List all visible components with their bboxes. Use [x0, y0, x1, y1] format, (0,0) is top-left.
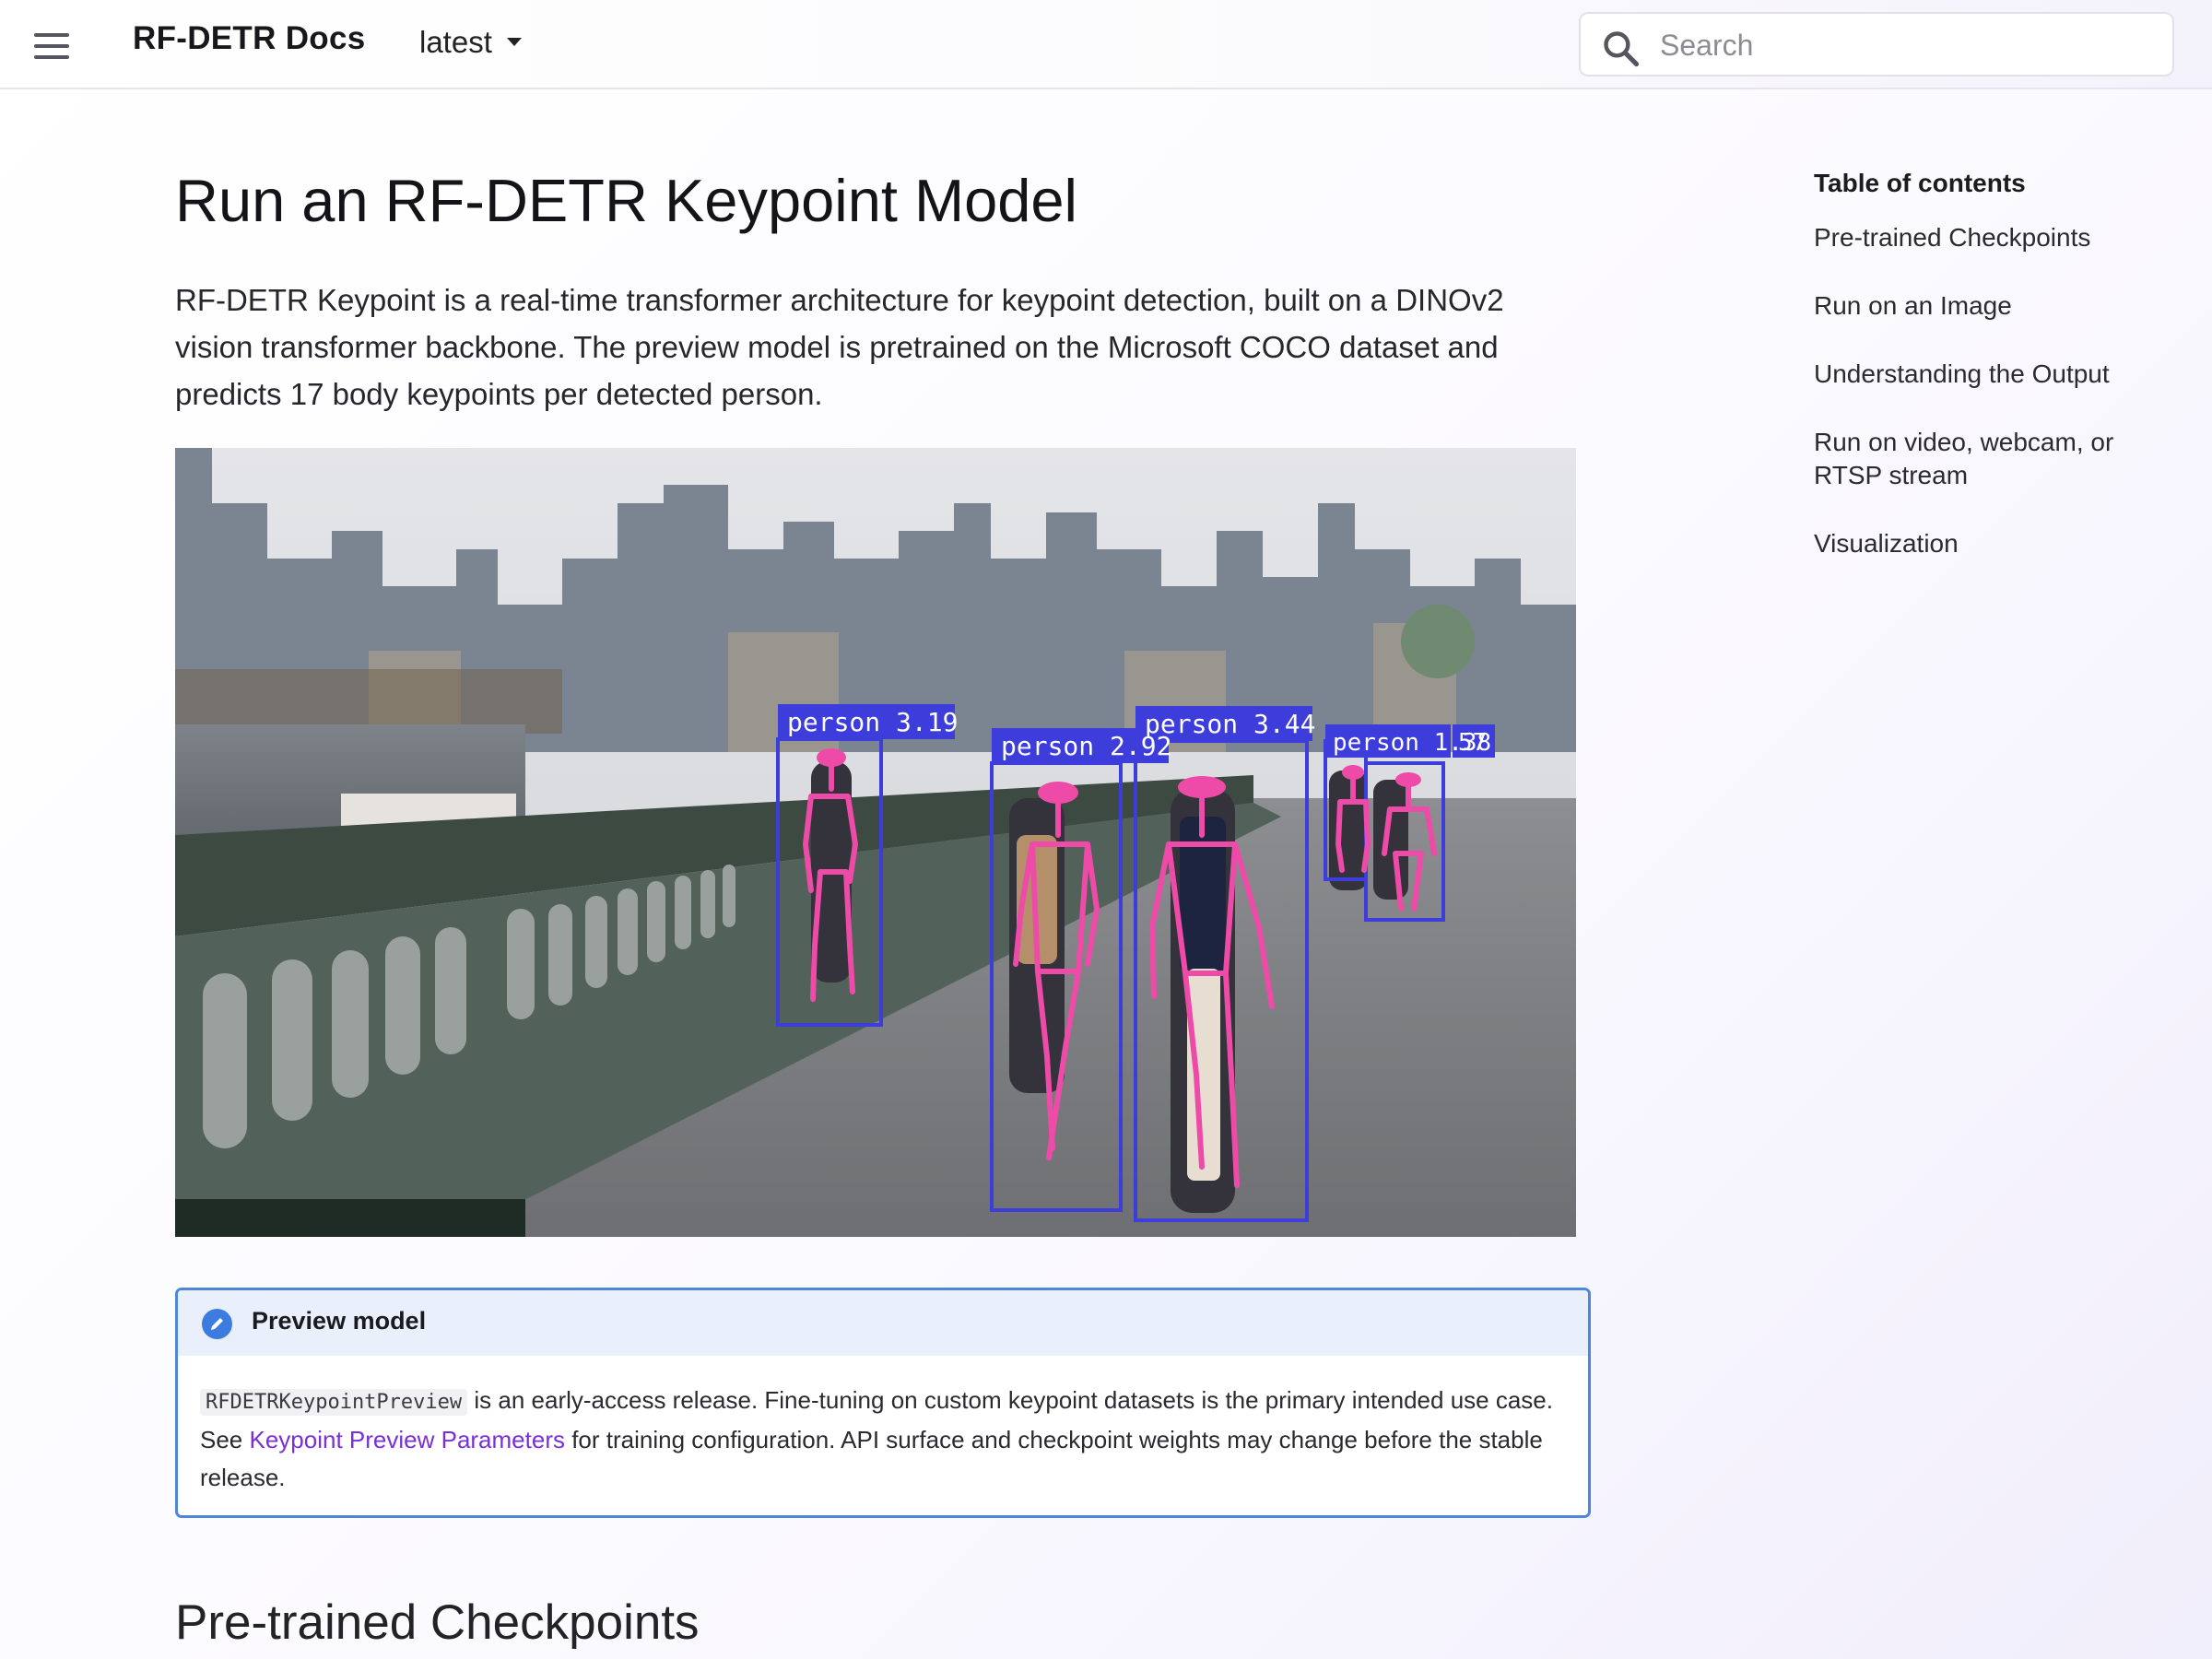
admonition-body: RFDETRKeypointPreview is an early-access…: [178, 1356, 1588, 1497]
inline-code: RFDETRKeypointPreview: [200, 1389, 468, 1416]
pencil-icon: [202, 1309, 232, 1339]
keypoint-demo-image: person 3.19 person 2.92 person 3.44 pers…: [175, 448, 1576, 1237]
toc-item-run-on-image[interactable]: Run on an Image: [1814, 289, 2183, 323]
page-title: Run an RF-DETR Keypoint Model: [175, 167, 1077, 234]
admonition-header: Preview model: [178, 1290, 1588, 1356]
detection-label: person 3.19: [787, 707, 958, 737]
toc-item-run-on-video[interactable]: Run on video, webcam, or RTSP stream: [1814, 426, 2183, 492]
version-selector[interactable]: latest: [419, 25, 522, 60]
toc-item-pretrained-checkpoints[interactable]: Pre-trained Checkpoints: [1814, 221, 2183, 254]
keypoint-preview-parameters-link[interactable]: Keypoint Preview Parameters: [250, 1426, 565, 1453]
detection-label: 57: [1458, 729, 1487, 757]
version-label: latest: [419, 25, 492, 59]
caret-down-icon: [506, 37, 522, 46]
intro-paragraph: RF-DETR Keypoint is a real-time transfor…: [175, 283, 1504, 411]
admonition-title: Preview model: [252, 1307, 427, 1335]
top-header: RF-DETR Docs latest: [0, 0, 2212, 89]
hamburger-menu-icon[interactable]: [28, 28, 76, 65]
site-title[interactable]: RF-DETR Docs: [133, 20, 366, 57]
demo-scene: person 3.19 person 2.92 person 3.44 pers…: [175, 448, 1576, 1237]
toc-title: Table of contents: [1814, 169, 2026, 197]
search-box[interactable]: [1579, 12, 2174, 76]
preview-model-admonition: Preview model RFDETRKeypointPreview is a…: [175, 1288, 1591, 1518]
toc-item-understanding-output[interactable]: Understanding the Output: [1814, 358, 2183, 391]
table-of-contents: Table of contents Pre-trained Checkpoint…: [1814, 169, 2183, 595]
search-input[interactable]: [1660, 25, 2158, 65]
toc-item-visualization[interactable]: Visualization: [1814, 527, 2183, 560]
search-icon: [1604, 31, 1640, 67]
section-heading: Pre-trained Checkpoints: [175, 1595, 700, 1650]
detection-label: person 3.44: [1145, 709, 1315, 739]
